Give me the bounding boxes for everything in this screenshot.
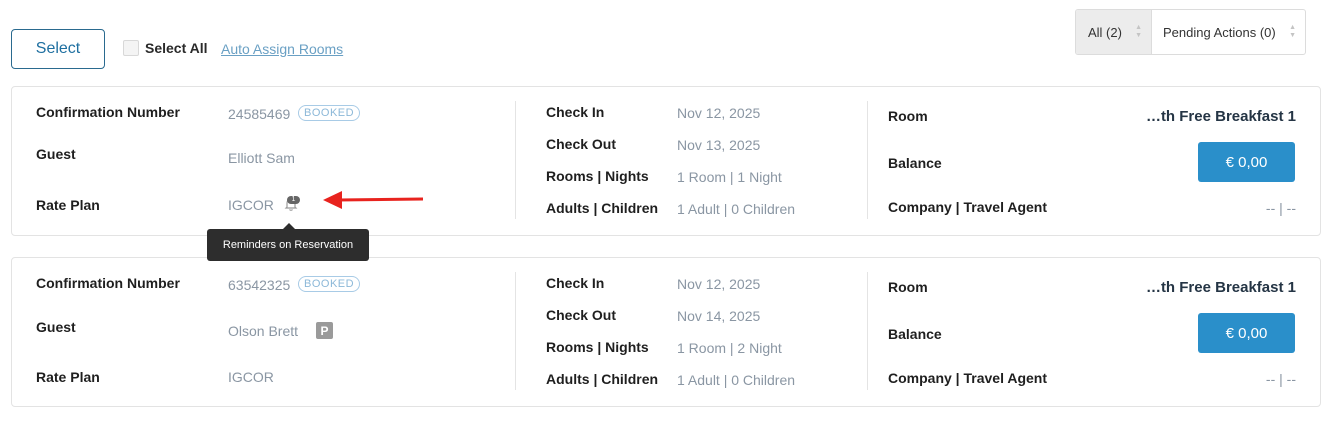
sort-icon: ▲ ▼ [1289,24,1296,39]
confirmation-label: Confirmation Number [36,104,180,120]
room-label: Room [888,108,928,124]
guest-name[interactable]: Elliott Sam [228,150,295,166]
toolbar: Select Select All Auto Assign Rooms All … [0,0,1332,80]
adults-children-value: 1 Adult | 0 Children [677,201,796,217]
company-value: -- | -- [1265,200,1296,216]
check-out-label: Check Out [546,307,617,323]
rate-plan-value: IGCOR [228,197,274,213]
rate-plan-value: IGCOR [228,369,274,385]
status-filter: All (2) ▲ ▼ Pending Actions (0) ▲ ▼ [1075,9,1306,55]
check-out-value: Nov 13, 2025 [677,137,761,153]
select-button[interactable]: Select [11,29,105,69]
filter-pending-label: Pending Actions (0) [1163,24,1276,40]
guest-name[interactable]: Olson Brett [228,323,298,339]
sort-icon: ▲ ▼ [1135,24,1142,39]
check-in-label: Check In [546,275,605,291]
status-badge: BOOKED [298,276,361,292]
room-label: Room [888,279,928,295]
check-in-value: Nov 12, 2025 [677,276,761,292]
select-all-checkbox[interactable] [123,40,139,56]
rooms-nights-value: 1 Room | 1 Night [677,169,782,185]
reminder-count-badge: 1 [287,196,300,204]
company-label: Company | Travel Agent [888,370,1047,386]
check-out-label: Check Out [546,136,617,152]
select-all[interactable]: Select All [123,40,208,56]
column-divider [515,272,516,390]
company-label: Company | Travel Agent [888,199,1047,215]
confirmation-number: 24585469 [228,106,291,122]
check-out-value: Nov 14, 2025 [677,308,761,324]
adults-children-value: 1 Adult | 0 Children [677,372,796,388]
reservation-card[interactable]: Confirmation Number 63542325 BOOKED Gues… [11,257,1321,407]
column-divider [515,101,516,219]
check-in-label: Check In [546,104,605,120]
parking-icon: P [316,322,333,339]
room-value: …th Free Breakfast 1 [1145,279,1296,296]
filter-all[interactable]: All (2) ▲ ▼ [1076,10,1152,54]
adults-children-label: Adults | Children [546,371,659,387]
column-divider [867,272,868,390]
room-value: …th Free Breakfast 1 [1145,108,1296,125]
confirmation-label: Confirmation Number [36,275,180,291]
confirmation-number: 63542325 [228,277,291,293]
guest-label: Guest [36,146,76,162]
check-in-value: Nov 12, 2025 [677,105,761,121]
rooms-nights-label: Rooms | Nights [546,339,649,355]
filter-pending-actions[interactable]: Pending Actions (0) ▲ ▼ [1152,10,1305,54]
guest-label: Guest [36,319,76,335]
balance-button[interactable]: € 0,00 [1198,142,1295,182]
balance-label: Balance [888,326,942,342]
select-all-label: Select All [145,40,208,56]
reminders-tooltip: Reminders on Reservation [207,223,369,261]
adults-children-label: Adults | Children [546,200,659,216]
balance-label: Balance [888,155,942,171]
status-badge: BOOKED [298,105,361,121]
balance-button[interactable]: € 0,00 [1198,313,1295,353]
rooms-nights-value: 1 Room | 2 Night [677,340,782,356]
reservation-card[interactable]: Confirmation Number 24585469 BOOKED Gues… [11,86,1321,236]
column-divider [867,101,868,219]
annotation-arrow-icon [323,191,424,209]
filter-all-label: All (2) [1088,24,1122,40]
rate-plan-label: Rate Plan [36,197,100,213]
rate-plan-label: Rate Plan [36,369,100,385]
company-value: -- | -- [1265,371,1296,387]
auto-assign-rooms-link[interactable]: Auto Assign Rooms [221,41,343,57]
rooms-nights-label: Rooms | Nights [546,168,649,184]
